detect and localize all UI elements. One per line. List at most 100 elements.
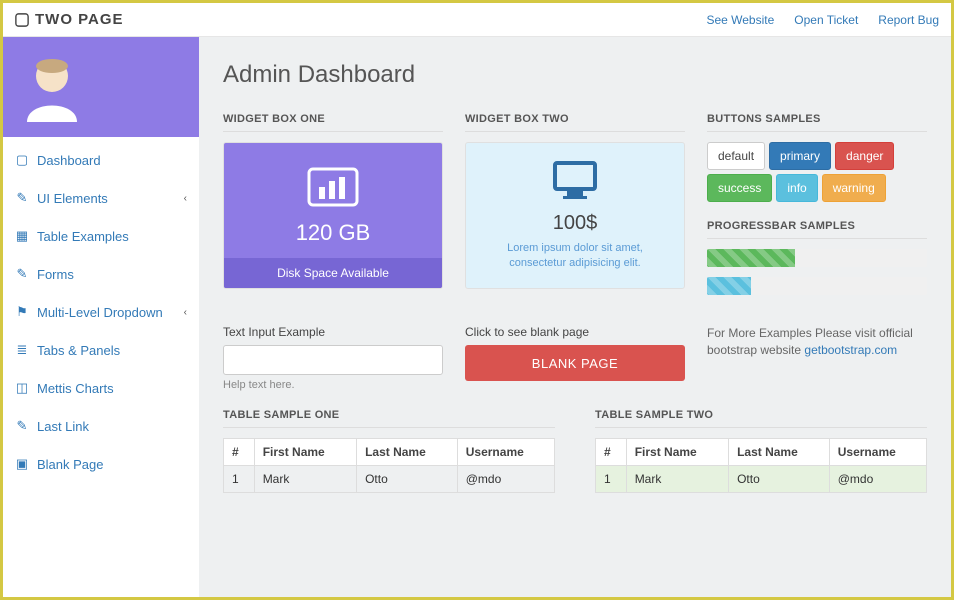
desktop-icon: ▢ (15, 152, 29, 168)
td: 1 (224, 466, 255, 493)
btn-success[interactable]: success (707, 174, 772, 202)
blank-page-label: Click to see blank page (465, 325, 685, 339)
th: # (224, 439, 255, 466)
list-icon: ≣ (15, 342, 29, 358)
sitemap-icon: ⚑ (15, 304, 29, 320)
widget-one-head: WIDGET BOX ONE (223, 113, 443, 132)
th: Last Name (357, 439, 458, 466)
edit-icon: ✎ (15, 190, 29, 206)
table-one-wrap: TABLE SAMPLE ONE # First Name Last Name … (223, 409, 555, 493)
nav-label: Last Link (37, 419, 89, 434)
sidebar: ▢ Dashboard ✎ UI Elements ‹ ▦ Table Examples… (3, 37, 199, 597)
note-col: For More Examples Please visit official … (707, 325, 927, 391)
td: @mdo (457, 466, 554, 493)
th: Username (457, 439, 554, 466)
link-report-bug[interactable]: Report Bug (878, 13, 939, 27)
link-see-website[interactable]: See Website (706, 13, 774, 27)
chevron-left-icon: ‹ (184, 193, 187, 204)
chevron-left-icon: ‹ (184, 307, 187, 318)
nav-tabs-panels[interactable]: ≣ Tabs & Panels (3, 331, 199, 369)
nav-label: Tabs & Panels (37, 343, 120, 358)
blank-page-button[interactable]: BLANK PAGE (465, 345, 685, 381)
progress-bar-2 (707, 277, 927, 295)
examples-note: For More Examples Please visit official … (707, 325, 927, 359)
widget-one-col: WIDGET BOX ONE 120 GB Disk Space Availab… (223, 113, 443, 305)
text-input-help: Help text here. (223, 379, 443, 391)
th: # (596, 439, 627, 466)
th: Username (829, 439, 926, 466)
widget-two-desc: Lorem ipsum dolor sit amet, consectetur … (482, 241, 668, 272)
btn-danger[interactable]: danger (835, 142, 894, 170)
nav-label: Dashboard (37, 153, 101, 168)
page-title: Admin Dashboard (223, 61, 927, 89)
widget-two-head: WIDGET BOX TWO (465, 113, 685, 132)
blank-page-col: Click to see blank page BLANK PAGE (465, 325, 685, 391)
main-content: Admin Dashboard WIDGET BOX ONE 120 GB Di… (199, 37, 951, 597)
nav-dashboard[interactable]: ▢ Dashboard (3, 141, 199, 179)
progress-fill-2 (707, 277, 751, 295)
topbar: TWO PAGE See Website Open Ticket Report … (3, 3, 951, 37)
table-two-wrap: TABLE SAMPLE TWO # First Name Last Name … (595, 409, 927, 493)
link-open-ticket[interactable]: Open Ticket (794, 13, 858, 27)
bar-chart-icon (234, 159, 432, 220)
text-input-label: Text Input Example (223, 325, 443, 339)
td: Mark (626, 466, 728, 493)
top-links: See Website Open Ticket Report Bug (706, 13, 939, 27)
nav-table-examples[interactable]: ▦ Table Examples (3, 217, 199, 255)
btn-default[interactable]: default (707, 142, 765, 170)
nav-blank-page[interactable]: ▣ Blank Page (3, 445, 199, 483)
nav-last-link[interactable]: ✎ Last Link (3, 407, 199, 445)
btn-info[interactable]: info (776, 174, 817, 202)
progress-bar-1 (707, 249, 927, 267)
monitor-icon (482, 157, 668, 212)
edit-icon: ✎ (15, 418, 29, 434)
nav-label: Mettis Charts (37, 381, 114, 396)
widget-two-col: WIDGET BOX TWO 100$ Lorem ipsum dolor si… (465, 113, 685, 305)
nav-label: Forms (37, 267, 74, 282)
note-link[interactable]: getbootstrap.com (804, 343, 897, 357)
nav-label: UI Elements (37, 191, 108, 206)
btn-primary[interactable]: primary (769, 142, 831, 170)
nav-label: Blank Page (37, 457, 104, 472)
buttons-head: BUTTONS SAMPLES (707, 113, 927, 132)
th: First Name (254, 439, 356, 466)
nav-multi-level[interactable]: ⚑ Multi-Level Dropdown ‹ (3, 293, 199, 331)
th: First Name (626, 439, 728, 466)
btn-warning[interactable]: warning (822, 174, 886, 202)
nav-ui-elements[interactable]: ✎ UI Elements ‹ (3, 179, 199, 217)
table-row: 1 Mark Otto @mdo (224, 466, 555, 493)
progress-head: PROGRESSBAR SAMPLES (707, 220, 927, 239)
buttons-col: BUTTONS SAMPLES default primary danger s… (707, 113, 927, 305)
td: Mark (254, 466, 356, 493)
widget-box-two: 100$ Lorem ipsum dolor sit amet, consect… (465, 142, 685, 289)
edit-icon: ✎ (15, 266, 29, 282)
widget-box-one: 120 GB Disk Space Available (223, 142, 443, 289)
table-one-head: TABLE SAMPLE ONE (223, 409, 555, 428)
button-row: default primary danger success info warn… (707, 142, 927, 202)
widget-one-caption: Disk Space Available (224, 258, 442, 288)
td: Otto (357, 466, 458, 493)
table-row: 1 Mark Otto @mdo (596, 466, 927, 493)
text-input[interactable] (223, 345, 443, 375)
chart-icon: ◫ (15, 380, 29, 396)
nav-list: ▢ Dashboard ✎ UI Elements ‹ ▦ Table Examples… (3, 137, 199, 483)
nav-forms[interactable]: ✎ Forms (3, 255, 199, 293)
widget-one-value: 120 GB (234, 220, 432, 258)
td: Otto (729, 466, 830, 493)
square-icon: ▣ (15, 456, 29, 472)
avatar-icon (17, 52, 87, 122)
brand-square-icon (15, 13, 29, 27)
table-icon: ▦ (15, 228, 29, 244)
brand[interactable]: TWO PAGE (15, 11, 124, 28)
table-two: # First Name Last Name Username 1 Mark O… (595, 438, 927, 493)
brand-text: TWO PAGE (35, 11, 124, 28)
text-input-col: Text Input Example Help text here. (223, 325, 443, 391)
nav-label: Table Examples (37, 229, 129, 244)
widget-two-value: 100$ (482, 212, 668, 241)
nav-label: Multi-Level Dropdown (37, 305, 163, 320)
progress-fill-1 (707, 249, 795, 267)
nav-mettis-charts[interactable]: ◫ Mettis Charts (3, 369, 199, 407)
table-two-head: TABLE SAMPLE TWO (595, 409, 927, 428)
avatar-panel (3, 37, 199, 137)
td: @mdo (829, 466, 926, 493)
